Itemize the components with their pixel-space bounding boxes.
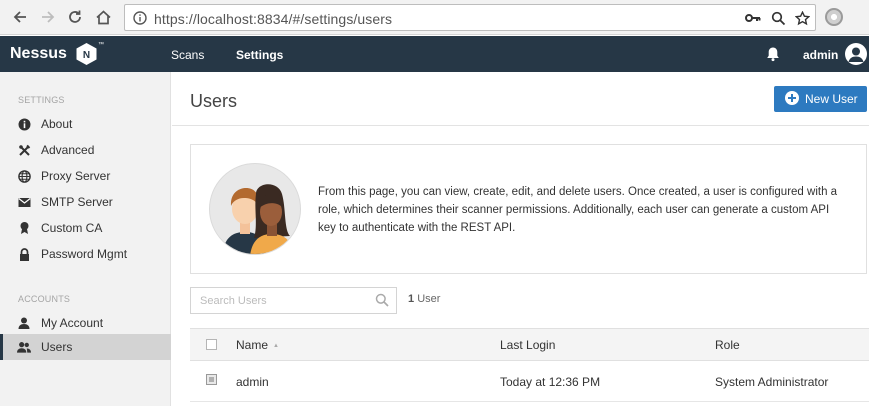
sidebar-item-label: SMTP Server [41, 195, 113, 209]
column-header-name-label: Name [236, 338, 269, 352]
info-icon [17, 117, 31, 131]
address-bar[interactable]: https://localhost:8834/#/settings/users [124, 4, 816, 31]
sidebar-item-label: Proxy Server [41, 169, 111, 183]
sidebar-item-label: Users [41, 340, 73, 354]
column-header-name[interactable]: Name ▲ [236, 338, 279, 352]
url-text[interactable]: https://localhost:8834/#/settings/users [154, 11, 392, 27]
home-icon [95, 9, 111, 24]
table-header: Name ▲ Last Login Role [190, 328, 869, 361]
last-login-cell: Today at 12:36 PM [500, 375, 601, 389]
new-user-button[interactable]: New User [774, 86, 867, 112]
new-user-button-label: New User [805, 92, 858, 106]
user-count-number: 1 [408, 293, 415, 305]
sidebar-item-label: My Account [41, 316, 104, 330]
table-row[interactable]: admin Today at 12:36 PM System Administr… [190, 362, 869, 402]
plus-circle-icon [785, 91, 799, 105]
sidebar-item-proxy-server[interactable]: Proxy Server [0, 163, 171, 189]
search-users-field[interactable] [190, 287, 397, 314]
header-divider [172, 125, 869, 126]
home-button[interactable] [92, 6, 114, 28]
globe-icon [17, 169, 31, 183]
trademark-mark: ™ [98, 42, 104, 48]
bell-icon[interactable] [766, 46, 780, 62]
back-button[interactable] [9, 6, 31, 28]
user-avatar-icon[interactable] [845, 43, 867, 65]
sidebar-item-advanced[interactable]: Advanced [0, 137, 171, 163]
sidebar-item-users[interactable]: Users [0, 334, 171, 360]
key-icon[interactable] [745, 11, 761, 25]
info-description: From this page, you can view, create, ed… [318, 186, 838, 234]
certificate-icon [17, 221, 31, 235]
nav-scans[interactable]: Scans [171, 48, 204, 62]
logo-text[interactable]: Nessus [10, 45, 67, 63]
envelope-icon [17, 195, 31, 209]
role-cell: System Administrator [715, 375, 829, 389]
info-circle-icon[interactable] [133, 11, 147, 25]
sidebar-item-my-account[interactable]: My Account [0, 310, 171, 336]
arrow-right-icon [42, 11, 55, 23]
lock-icon [17, 247, 31, 261]
settings-sidebar: SETTINGS About Advanced Proxy Server SMT… [0, 72, 171, 406]
reload-button[interactable] [64, 6, 86, 28]
column-header-role[interactable]: Role [715, 338, 740, 352]
app-header: Nessus N ™ Scans Settings admin [0, 36, 869, 72]
column-header-last-login[interactable]: Last Login [500, 338, 555, 352]
tools-icon [17, 143, 31, 157]
select-all-checkbox[interactable] [206, 339, 217, 350]
user-count-label: User [417, 293, 441, 305]
arrow-left-icon [13, 11, 26, 23]
accounts-heading: ACCOUNTS [18, 294, 71, 304]
logo-hexagon-icon: N [76, 43, 97, 65]
search-icon[interactable] [375, 293, 389, 307]
sidebar-item-label: Password Mgmt [41, 247, 128, 261]
user-menu-name[interactable]: admin [803, 48, 838, 62]
bookmark-star-icon[interactable] [795, 11, 810, 26]
sidebar-item-label: Advanced [41, 143, 95, 157]
search-input[interactable] [191, 288, 371, 313]
logo-badge-text: N [83, 50, 90, 61]
users-illustration [209, 163, 301, 255]
zoom-icon[interactable] [771, 11, 786, 26]
page-title: Users [190, 91, 238, 111]
browser-toolbar: https://localhost:8834/#/settings/users [0, 0, 869, 35]
row-checkbox[interactable] [206, 374, 217, 385]
forward-button[interactable] [37, 6, 59, 28]
sidebar-item-smtp-server[interactable]: SMTP Server [0, 189, 171, 215]
sidebar-item-password-mgmt[interactable]: Password Mgmt [0, 241, 171, 267]
user-name-cell: admin [236, 375, 269, 389]
extension-icon[interactable] [825, 8, 843, 26]
sidebar-item-custom-ca[interactable]: Custom CA [0, 215, 171, 241]
sidebar-item-about[interactable]: About [0, 111, 171, 137]
sort-ascending-icon: ▲ [273, 342, 279, 349]
settings-heading: SETTINGS [18, 95, 65, 105]
reload-icon [69, 10, 81, 23]
users-icon [17, 340, 31, 354]
nav-settings[interactable]: Settings [236, 48, 283, 62]
user-icon [17, 316, 31, 330]
people-illustration-icon [222, 184, 294, 254]
sidebar-item-label: About [41, 117, 73, 131]
user-count: 1 User [408, 293, 440, 305]
sidebar-item-label: Custom CA [41, 221, 103, 235]
users-info-panel: From this page, you can view, create, ed… [190, 144, 867, 274]
